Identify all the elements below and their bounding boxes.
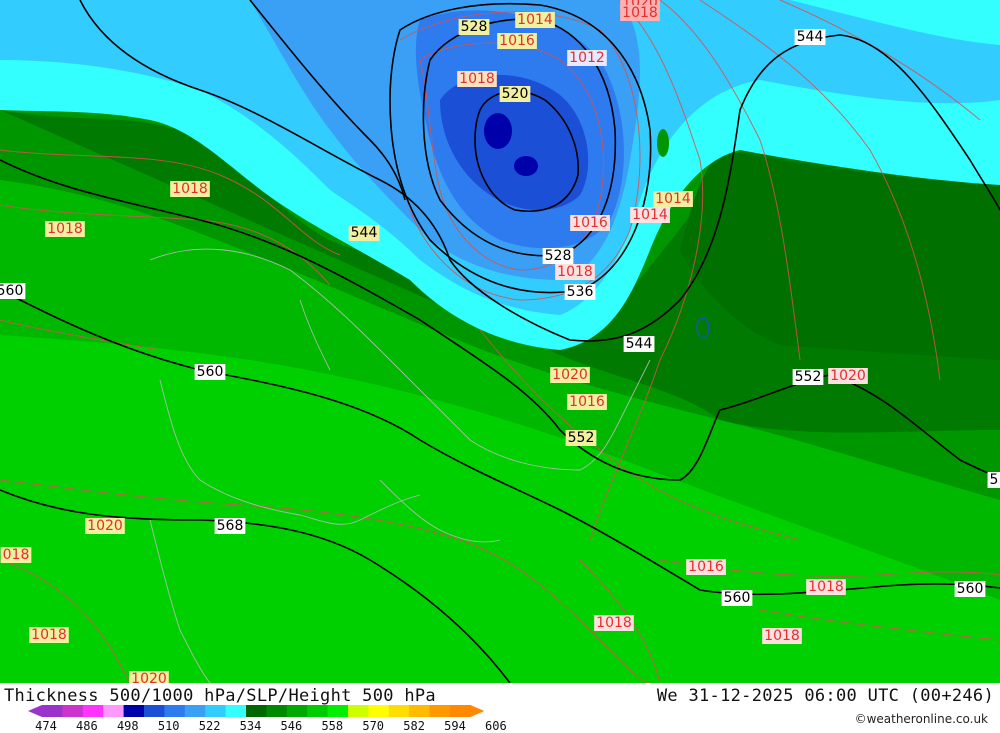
slp-label: 1020: [830, 368, 866, 384]
map-datetime: We 31-12-2025 06:00 UTC (00+246): [656, 686, 994, 706]
scale-swatch: [103, 705, 125, 717]
scale-swatch: [409, 705, 431, 717]
scale-swatch: [327, 705, 349, 717]
height-label: 528: [545, 248, 572, 264]
scale-tick-label: 594: [444, 719, 466, 733]
scale-tick-label: 522: [199, 719, 221, 733]
scale-tick-label: 498: [117, 719, 139, 733]
low-core-west: [484, 113, 512, 149]
slp-label: 1018: [622, 5, 658, 21]
height-label: 520: [502, 86, 529, 102]
scale-swatch: [286, 705, 308, 717]
scale-tick-label: 558: [321, 719, 343, 733]
scale-swatch: [429, 705, 451, 717]
height-label: 544: [351, 225, 378, 241]
scale-tick-label: 534: [240, 719, 262, 733]
slp-label: 1018: [31, 627, 67, 643]
height-label: 528: [461, 19, 488, 35]
scale-swatch: [82, 705, 104, 717]
scale-swatch: [42, 705, 63, 717]
height-label: 552: [568, 430, 595, 446]
scale-swatch: [368, 705, 390, 717]
scale-arrow-left: [28, 705, 42, 717]
slp-label: 1018: [596, 615, 632, 631]
scale-tick-label: 510: [158, 719, 180, 733]
height-label: 560: [0, 283, 23, 299]
scale-swatch: [205, 705, 227, 717]
scale-swatch: [164, 705, 186, 717]
height-label: 5: [990, 472, 999, 488]
slp-label: 1020: [552, 367, 588, 383]
scale-tick-label: 546: [281, 719, 303, 733]
height-label: 544: [797, 29, 824, 45]
credit-text: ©weatheronline.co.uk: [854, 712, 988, 726]
low-core-east: [514, 156, 538, 176]
scale-arrow-right: [470, 705, 485, 717]
slp-label: 1016: [569, 394, 605, 410]
height-label: 568: [217, 518, 244, 534]
slp-label: 1018: [808, 579, 844, 595]
scale-swatch: [388, 705, 410, 717]
slp-label: 018: [3, 547, 30, 563]
scale-tick-label: 474: [35, 719, 57, 733]
slp-label: 1018: [172, 181, 208, 197]
scale-tick-label: 606: [485, 719, 507, 733]
weather-map: 1020101810141016101210181018101810141014…: [0, 0, 1000, 683]
slp-label: 1014: [632, 207, 668, 223]
scale-swatch: [307, 705, 329, 717]
slp-label: 1012: [569, 50, 605, 66]
scale-swatch: [123, 705, 145, 717]
scale-swatch: [450, 705, 471, 717]
map-title: Thickness 500/1000 hPa/SLP/Height 500 hP…: [4, 686, 436, 706]
slp-label: 1018: [557, 264, 593, 280]
height-label: 536: [567, 284, 594, 300]
slp-label: 1018: [459, 71, 495, 87]
slp-label: 1016: [688, 559, 724, 575]
slp-label: 1016: [499, 33, 535, 49]
scale-swatch: [266, 705, 288, 717]
scale-swatch: [225, 705, 247, 717]
map-footer: Thickness 500/1000 hPa/SLP/Height 500 hP…: [0, 683, 1000, 733]
slp-label: 1016: [572, 215, 608, 231]
color-scale-legend: 474 486 498 510 522 534 546 558 570 582 594 606: [28, 705, 507, 733]
island: [657, 129, 669, 157]
slp-label: 1014: [655, 191, 691, 207]
scale-swatch: [348, 705, 369, 717]
scale-swatch: [246, 705, 267, 717]
slp-label: 1018: [764, 628, 800, 644]
slp-label: 1020: [131, 671, 167, 683]
scale-tick-label: 570: [362, 719, 384, 733]
scale-swatch: [184, 705, 206, 717]
height-label: 560: [197, 364, 224, 380]
height-label: 560: [724, 590, 751, 606]
scale-swatch: [144, 705, 165, 717]
scale-tick-label: 582: [403, 719, 425, 733]
slp-label: 1020: [87, 518, 123, 534]
scale-swatch: [62, 705, 84, 717]
height-label: 552: [795, 369, 822, 385]
height-label: 544: [626, 336, 653, 352]
height-label: 560: [957, 581, 984, 597]
slp-label: 1014: [517, 12, 553, 28]
slp-label: 1018: [47, 221, 83, 237]
scale-tick-label: 486: [76, 719, 98, 733]
